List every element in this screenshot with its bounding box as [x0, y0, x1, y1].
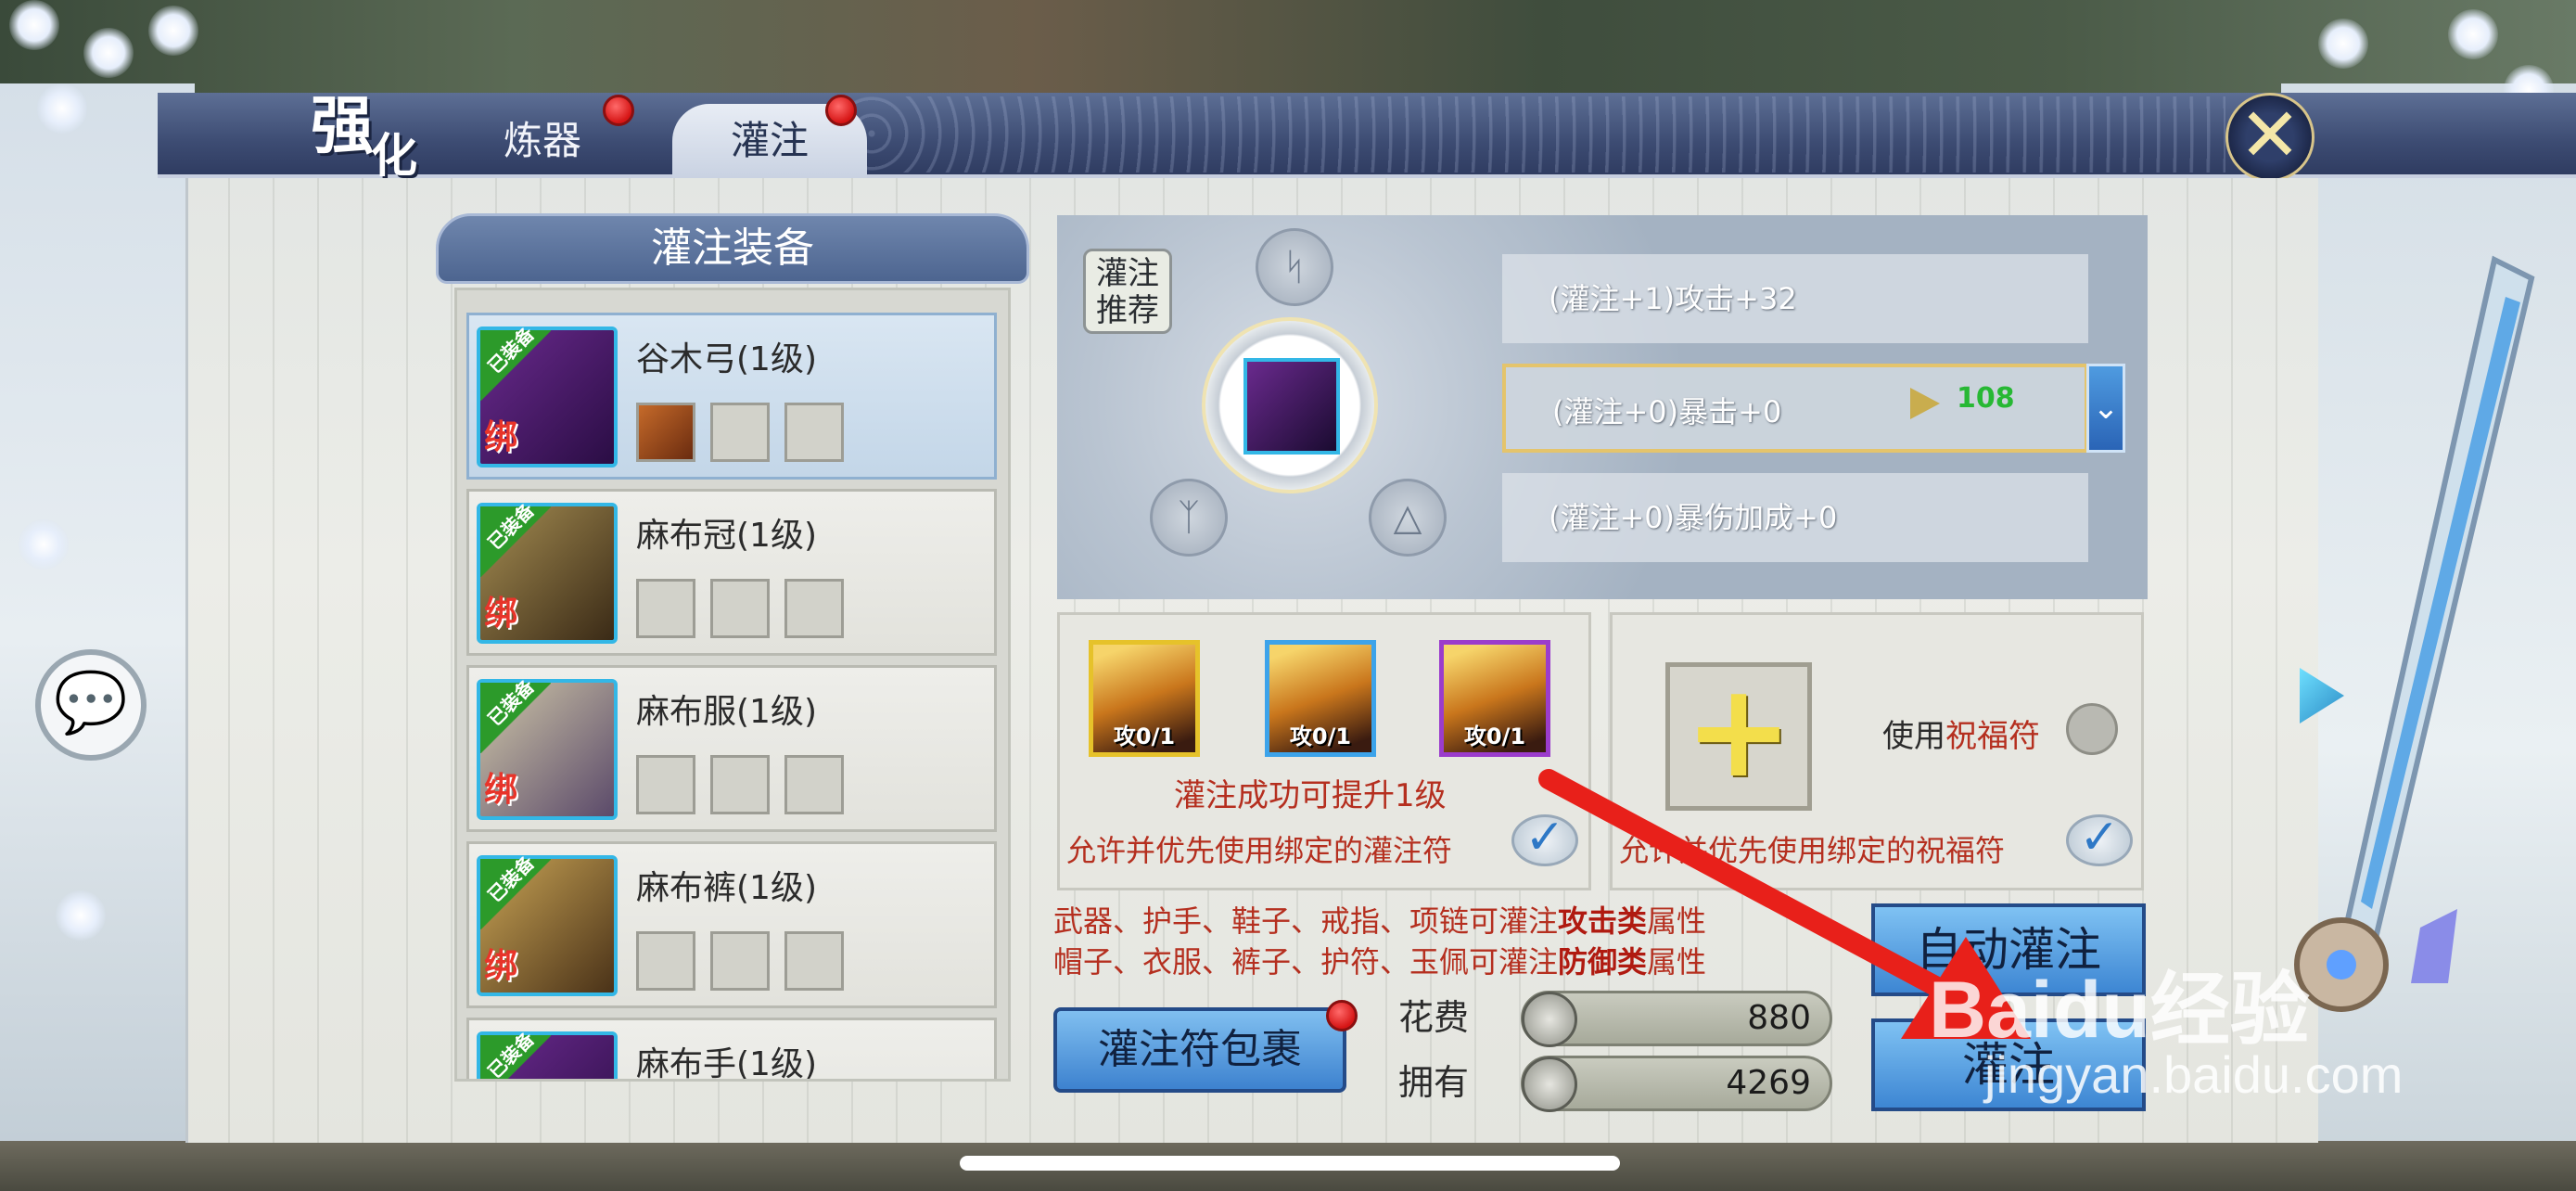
- cost-label: 花费: [1398, 997, 1470, 1038]
- infuse-slot-empty: [636, 931, 695, 991]
- rune-top-icon: ᛋ: [1256, 228, 1333, 306]
- infuse-talisman-purple-icon[interactable]: 攻0/1: [1439, 640, 1550, 757]
- own-value: 4269: [1726, 1064, 1811, 1102]
- equipment-list[interactable]: 已装备 绑 谷木弓(1级) 已装备 绑 麻布冠(1级) 已装备 绑 麻布服(1级…: [454, 288, 1011, 1082]
- stat-row-attack: (灌注+1)攻击+32: [1502, 254, 2088, 343]
- own-label: 拥有: [1398, 1062, 1470, 1103]
- infuse-slot-empty: [710, 931, 770, 991]
- blossom-decoration: [148, 6, 198, 56]
- bound-tag: 绑: [484, 947, 518, 985]
- equipped-badge: 已装备: [480, 675, 551, 753]
- rune-right-icon: △: [1369, 479, 1447, 557]
- watermark-logo: Baidu经验: [1929, 966, 2310, 1055]
- infuse-slot-empty: [636, 579, 695, 638]
- scenery-background-top: [0, 0, 2576, 102]
- material-count: 攻0/1: [1463, 724, 1526, 749]
- equipment-item[interactable]: 已装备 绑 谷木弓(1级): [466, 313, 997, 480]
- equipment-name: 麻布冠(1级): [636, 517, 817, 555]
- blossom-decoration: [37, 83, 87, 134]
- infuse-talisman-blue-icon[interactable]: 攻0/1: [1265, 640, 1376, 757]
- equipped-badge: 已装备: [480, 499, 551, 577]
- infuse-slot-empty: [710, 403, 770, 462]
- bound-tag: 绑: [484, 595, 518, 633]
- notification-dot: [1326, 1000, 1358, 1031]
- stat-next-value: 108: [1957, 382, 2015, 415]
- x-close-icon: ✕: [2238, 92, 2302, 178]
- stat-row-crit-damage: (灌注+0)暴伤加成+0: [1502, 473, 2088, 562]
- close-button[interactable]: ✕: [2225, 93, 2315, 182]
- infuse-slot-empty: [784, 579, 844, 638]
- infuse-slot-empty: [784, 403, 844, 462]
- infuse-slot-empty: [636, 755, 695, 814]
- gloves-portrait-icon: 已装备: [477, 1028, 618, 1079]
- chat-icon: 💬: [54, 669, 128, 737]
- allow-bound-blessing-checkbox[interactable]: ✓: [2066, 813, 2133, 866]
- own-value-bar: 4269: [1521, 1056, 1832, 1112]
- upgrade-arrow-icon: [1910, 388, 1940, 419]
- material-count: 攻0/1: [1289, 724, 1352, 749]
- use-blessing-label: 使用祝福符: [1882, 718, 2040, 755]
- blossom-decoration: [19, 519, 69, 570]
- bow-item-icon[interactable]: [1243, 358, 1340, 455]
- bound-tag: 绑: [484, 418, 518, 456]
- blossom-decoration: [2448, 9, 2498, 59]
- use-blessing-toggle[interactable]: [2066, 703, 2118, 755]
- infuse-slot-empty: [710, 579, 770, 638]
- infuse-slot-empty: [710, 755, 770, 814]
- chevron-down-icon: ⌄: [2092, 390, 2120, 427]
- recommend-label-line: 灌注: [1096, 255, 1159, 292]
- notification-dot: [603, 95, 634, 126]
- blossom-decoration: [83, 28, 134, 78]
- page-title-char: 强: [311, 89, 375, 163]
- watermark-url: jingyan.baidu.com: [1984, 1045, 2404, 1104]
- chat-bubble-button[interactable]: 💬: [35, 649, 147, 761]
- equipment-name: 麻布服(1级): [636, 693, 817, 731]
- equipment-item[interactable]: 已装备 麻布手(1级): [466, 1018, 997, 1082]
- bound-tag: 绑: [484, 771, 518, 809]
- equipped-badge: 已装备: [480, 1028, 551, 1079]
- equipment-name: 麻布裤(1级): [636, 869, 817, 907]
- stat-dropdown-button[interactable]: ⌄: [2086, 364, 2125, 453]
- page-title-char: 化: [371, 128, 417, 183]
- equipment-name: 麻布手(1级): [636, 1045, 817, 1082]
- success-hint-text: 灌注成功可提升1级: [1174, 777, 1447, 814]
- coin-icon: [1522, 1057, 1577, 1112]
- equipment-item[interactable]: 已装备 绑 麻布冠(1级): [466, 489, 997, 656]
- infuse-slot-empty: [784, 755, 844, 814]
- tab-label: 灌注: [730, 118, 809, 163]
- scenery-background-left: [0, 83, 195, 1191]
- equipment-item[interactable]: 已装备 绑 麻布服(1级): [466, 665, 997, 832]
- robe-portrait-icon: 已装备 绑: [477, 675, 618, 820]
- equipment-list-title: 灌注装备: [436, 213, 1029, 284]
- blossom-decoration: [2318, 19, 2368, 69]
- equipped-badge: 已装备: [480, 323, 551, 401]
- allow-bound-talisman-label: 允许并优先使用绑定的灌注符: [1066, 833, 1453, 868]
- recommend-tag[interactable]: 灌注 推荐: [1083, 249, 1172, 334]
- infuse-slot-empty: [784, 931, 844, 991]
- talisman-pack-button[interactable]: 灌注符包裹: [1053, 1007, 1346, 1093]
- rune-left-icon: ᛉ: [1150, 479, 1228, 557]
- header-cloud-pattern: [835, 96, 2225, 173]
- blossom-decoration: [56, 890, 106, 941]
- home-indicator[interactable]: [960, 1156, 1620, 1171]
- pants-portrait-icon: 已装备 绑: [477, 852, 618, 996]
- infuse-slot-filled: [636, 403, 695, 462]
- infuse-talisman-gold-icon[interactable]: 攻0/1: [1089, 640, 1200, 757]
- helmet-portrait-icon: 已装备 绑: [477, 499, 618, 644]
- material-count: 攻0/1: [1113, 724, 1176, 749]
- notification-dot: [825, 95, 857, 126]
- equipment-name: 谷木弓(1级): [636, 340, 817, 378]
- recommend-label-line: 推荐: [1096, 292, 1159, 329]
- tab-refine[interactable]: 炼器: [454, 109, 631, 173]
- equipped-badge: 已装备: [480, 852, 551, 929]
- bow-portrait-icon: 已装备 绑: [477, 323, 618, 467]
- tab-label: 炼器: [503, 118, 581, 163]
- equipment-item[interactable]: 已装备 绑 麻布裤(1级): [466, 841, 997, 1008]
- blossom-decoration: [9, 0, 59, 50]
